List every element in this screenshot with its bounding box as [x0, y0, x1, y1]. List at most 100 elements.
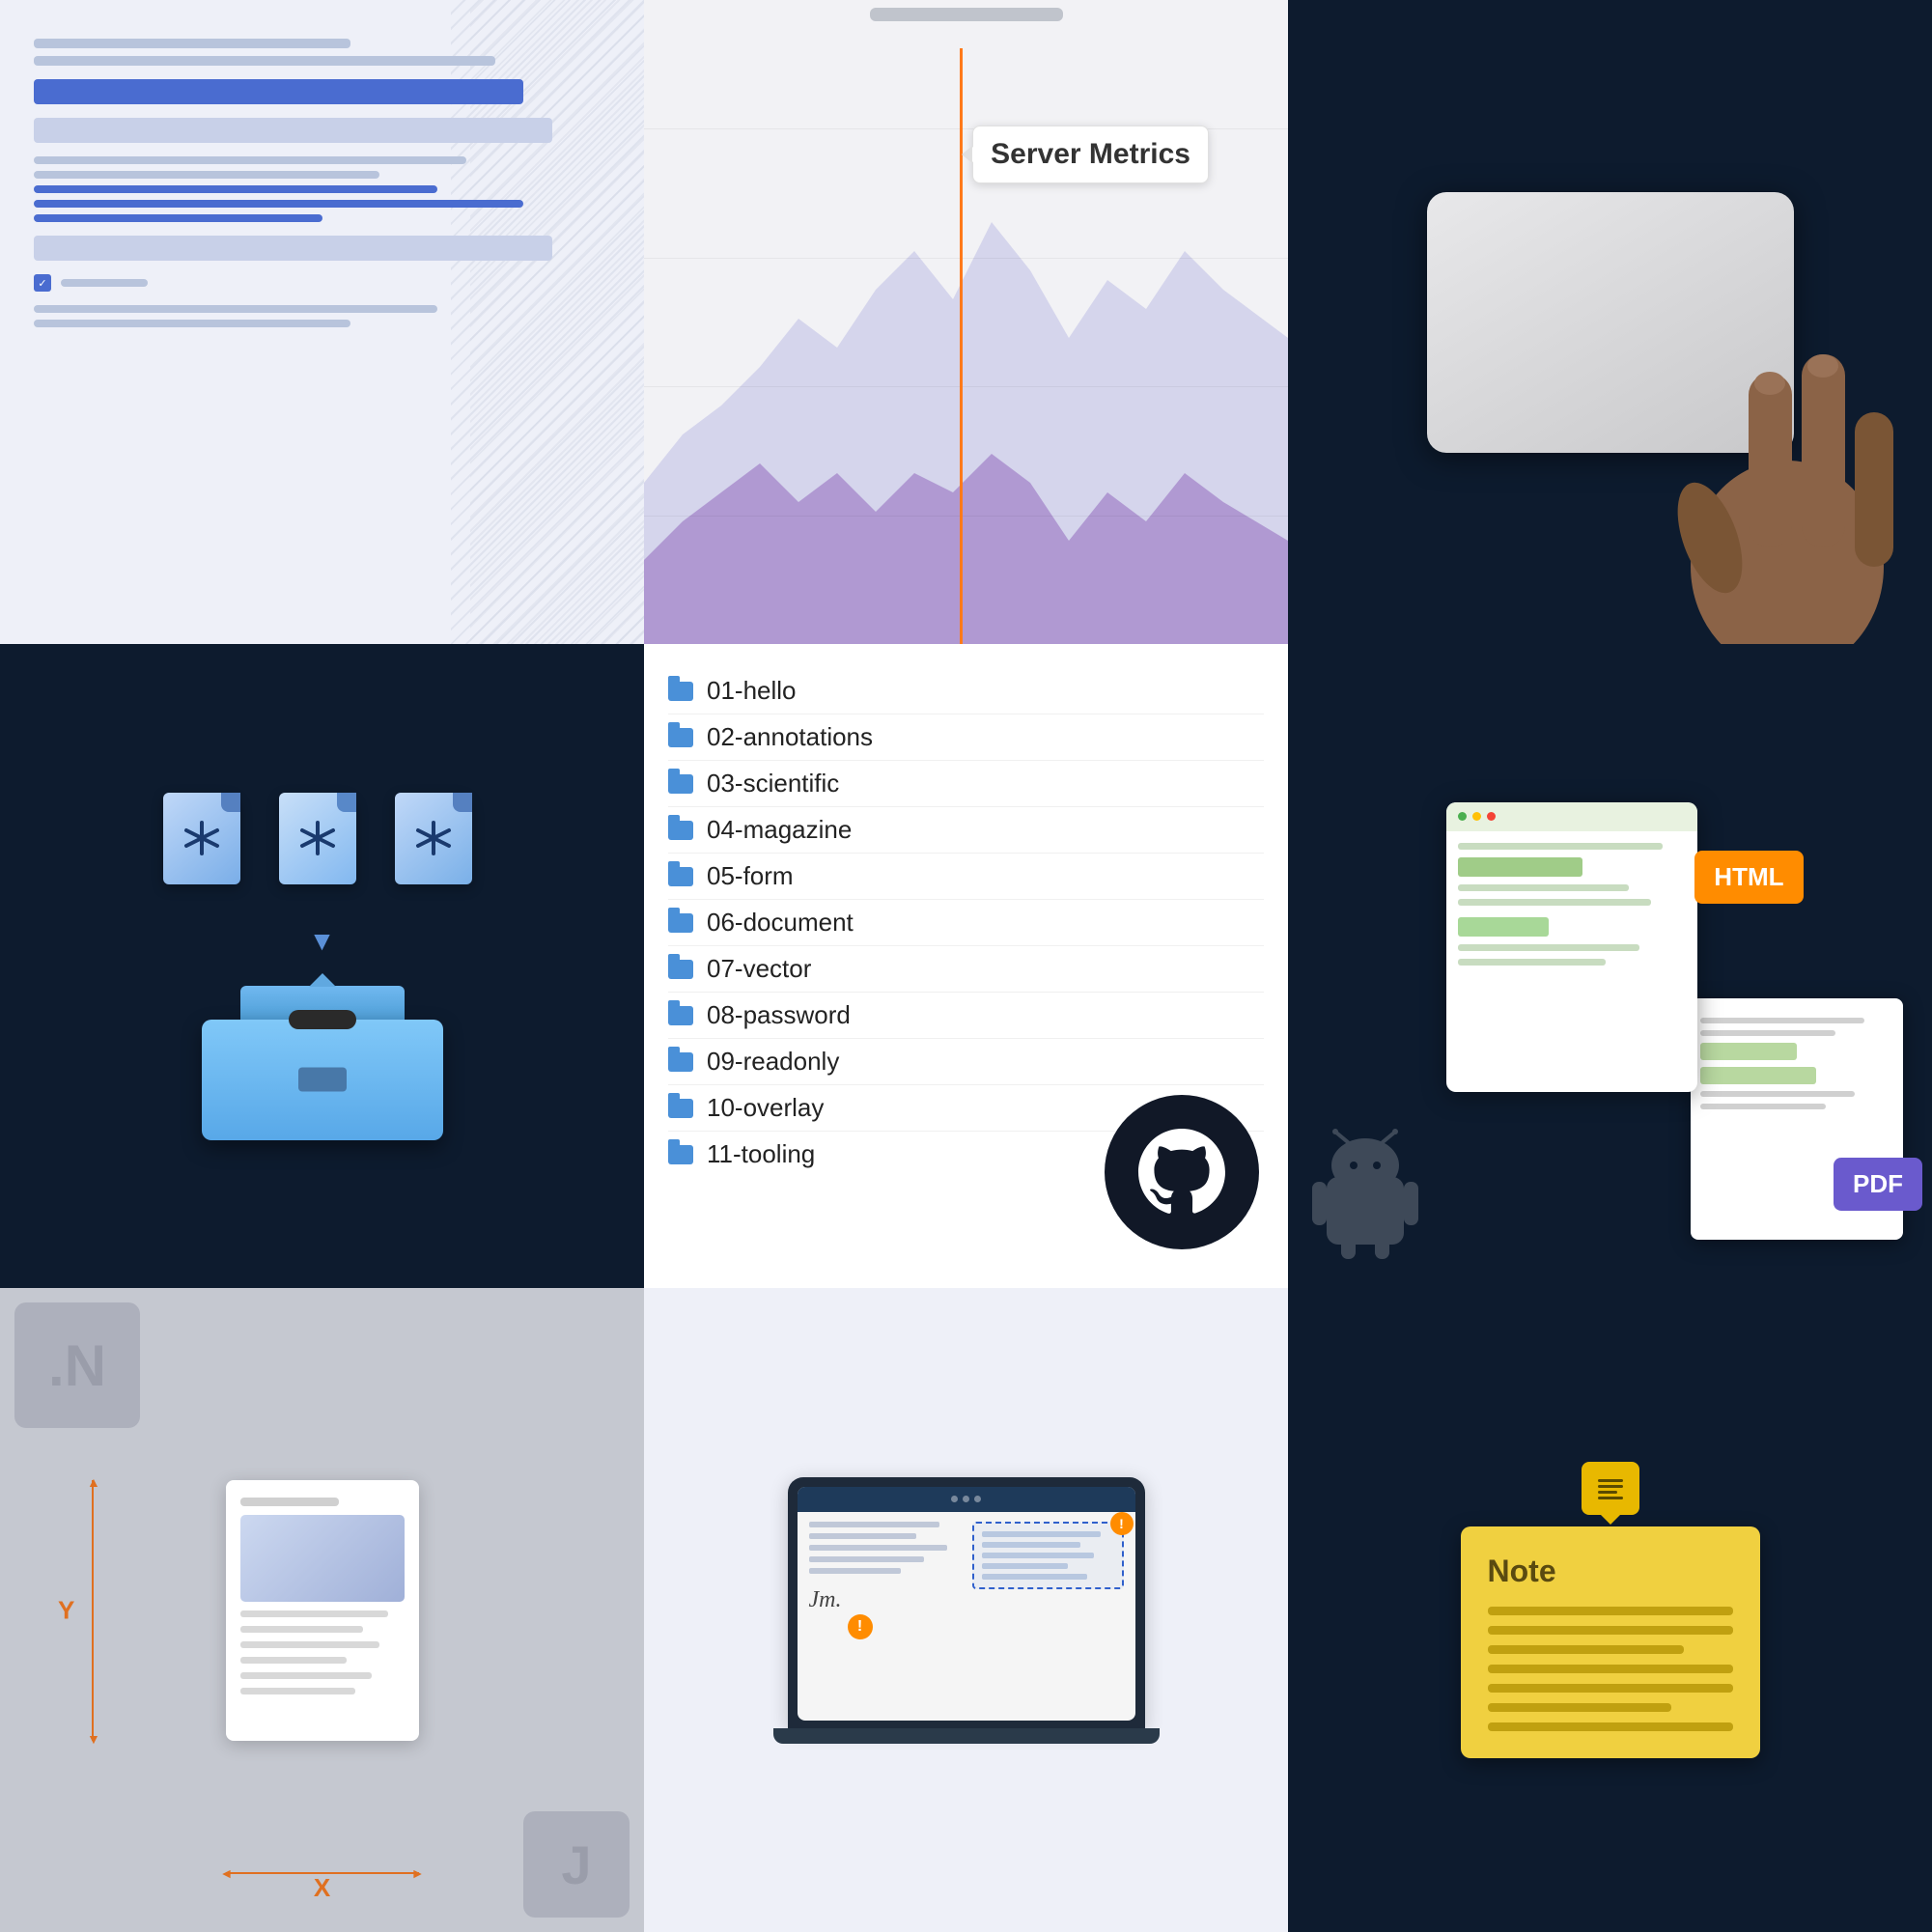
- pdf-icon-1: [163, 793, 250, 897]
- toolbox: [202, 986, 443, 1140]
- note-line: [1488, 1703, 1672, 1712]
- folder-icon: [668, 1052, 693, 1072]
- laptop-outer: Jm. !: [788, 1477, 1145, 1728]
- browser-toolbar: [1446, 802, 1697, 831]
- sel-line: [982, 1553, 1094, 1558]
- file-name: 06-document: [707, 908, 854, 938]
- hand-svg: [1623, 296, 1932, 644]
- toolbox-handle: [289, 1010, 356, 1029]
- wf-blue-line: [34, 214, 322, 222]
- doc-line: [240, 1626, 364, 1633]
- file-name: 07-vector: [707, 954, 811, 984]
- toolbox-clasp: [298, 1068, 347, 1092]
- note-pin-icon: [1596, 1475, 1625, 1502]
- browser-dot-yellow: [1472, 812, 1481, 821]
- laptop-dot: [963, 1496, 969, 1502]
- y-arrow-line: ▲ ▼: [92, 1480, 94, 1741]
- laptop-left: Jm. !: [809, 1522, 964, 1624]
- note-line: [1488, 1645, 1684, 1654]
- list-item[interactable]: 09-readonly: [668, 1039, 1264, 1085]
- j-bg-letter: J: [523, 1811, 630, 1918]
- wf-line: [34, 156, 466, 164]
- github-icon: [1134, 1124, 1230, 1220]
- cell-dimensions: .N J ◄ ► X ▲ ▼: [0, 1288, 644, 1932]
- folder-icon: [668, 1099, 693, 1118]
- android-icon: [1307, 1129, 1423, 1264]
- list-item[interactable]: 03-scientific: [668, 761, 1264, 807]
- doc-line: [240, 1657, 348, 1664]
- list-item[interactable]: 05-form: [668, 854, 1264, 900]
- list-item[interactable]: 04-magazine: [668, 807, 1264, 854]
- content-line: [1458, 944, 1640, 951]
- laptop-topbar: [798, 1487, 1135, 1512]
- fold: [337, 793, 356, 812]
- content-line: [1458, 884, 1629, 891]
- content-block: [1700, 1043, 1797, 1060]
- list-item[interactable]: 07-vector: [668, 946, 1264, 993]
- wf-label: [61, 279, 148, 287]
- grid-line: [644, 386, 1288, 387]
- file-name: 01-hello: [707, 676, 797, 706]
- grid-line: [644, 258, 1288, 259]
- note-line: [1488, 1626, 1733, 1635]
- x-label: X: [314, 1873, 330, 1903]
- laptop-right: !: [972, 1522, 1123, 1624]
- content-line: [1700, 1030, 1835, 1036]
- doc-line: [240, 1610, 388, 1617]
- browser-content-2: [1691, 1008, 1903, 1119]
- tooltip-text: Server Metrics: [991, 138, 1190, 170]
- browser-window-secondary: PDF: [1691, 998, 1903, 1240]
- github-overlay: [1105, 1095, 1259, 1249]
- folder-icon: [668, 682, 693, 701]
- pdf-icon-2: [279, 793, 366, 897]
- pin-arrow: [1601, 1515, 1620, 1525]
- browser-dot-red: [1487, 812, 1496, 821]
- html-badge: HTML: [1694, 851, 1803, 904]
- sel-line: [982, 1531, 1101, 1537]
- file-name: 02-annotations: [707, 722, 873, 752]
- list-item[interactable]: 01-hello: [668, 668, 1264, 714]
- file-name: 04-magazine: [707, 815, 852, 845]
- file-name: 10-overlay: [707, 1093, 824, 1123]
- folder-icon: [668, 774, 693, 794]
- sel-line: [982, 1563, 1068, 1569]
- file-name: 09-readonly: [707, 1047, 839, 1077]
- content-line: [1700, 1091, 1855, 1097]
- wf-gray-block: [34, 118, 552, 143]
- cell-pdf-toolbox: ▼: [0, 644, 644, 1288]
- list-item[interactable]: 02-annotations: [668, 714, 1264, 761]
- sel-line: [982, 1574, 1087, 1580]
- pdf-icons-row: [163, 793, 482, 897]
- sel-line: [982, 1542, 1080, 1548]
- content-line: [1458, 843, 1663, 850]
- wf-line: [34, 56, 495, 66]
- tooltip-arrow-border: [962, 146, 972, 163]
- file-name: 11-tooling: [707, 1139, 815, 1169]
- cell-note: Note: [1288, 1288, 1932, 1932]
- browser-dot-green: [1458, 812, 1467, 821]
- doc-line: [240, 1688, 355, 1694]
- content-line: [1458, 899, 1652, 906]
- y-dimension: ▲ ▼: [92, 1480, 94, 1741]
- doc-line: [240, 1641, 380, 1648]
- content-block: [1458, 857, 1583, 877]
- selection-box: !: [972, 1522, 1123, 1589]
- cell-file-list: 01-hello 02-annotations 03-scientific 04…: [644, 644, 1288, 1288]
- wf-checkbox-row: ✓: [34, 274, 610, 292]
- grid-line: [644, 516, 1288, 517]
- list-item[interactable]: 06-document: [668, 900, 1264, 946]
- wf-line: [34, 305, 437, 313]
- wf-gray-block2: [34, 236, 552, 261]
- pdf-icon-3: [395, 793, 482, 897]
- note-line: [1488, 1684, 1733, 1693]
- fold: [453, 793, 472, 812]
- wf-row-2: [34, 156, 610, 222]
- content-line: [1700, 1104, 1826, 1109]
- list-item[interactable]: 08-password: [668, 993, 1264, 1039]
- folder-icon: [668, 960, 693, 979]
- laptop-content: Jm. !: [798, 1512, 1135, 1634]
- l-line: [809, 1533, 917, 1539]
- note-pin: [1582, 1462, 1639, 1515]
- doc-line: [240, 1672, 372, 1679]
- content-block: [1700, 1067, 1816, 1084]
